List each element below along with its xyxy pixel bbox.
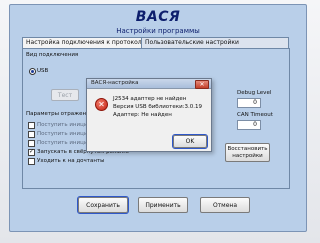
checkbox-row[interactable]: Уходить к на дочтанты [28,157,104,165]
usb-radio-label: USB [37,68,49,74]
close-icon[interactable]: ✕ [195,80,209,89]
usb-radio[interactable] [29,68,36,75]
can-timeout-label: CAN Timeout [237,112,273,118]
tab-user-settings[interactable]: Пользовательские настройки [141,37,289,48]
save-button[interactable]: Сохранить [77,196,129,214]
checkbox-row[interactable]: Поступить инициал [28,139,94,147]
dialog-message-line: Версия USB библиотеки:3.0.19 [113,104,202,110]
checkbox[interactable] [28,157,35,165]
dialog-message-line: J2534 адаптер не найден [113,96,187,102]
apply-button[interactable]: Применить [138,197,188,213]
restore-defaults-button[interactable]: Восстановить настройки [225,143,270,162]
checkbox[interactable] [28,130,35,138]
cancel-button[interactable]: Отмена [200,197,250,213]
test-button[interactable]: Тест [51,89,79,101]
dialog-message-line: Адаптер: Не найден [113,112,172,118]
debug-level-field[interactable]: 0 [237,98,261,108]
can-timeout-field[interactable]: 0 [237,120,261,130]
tab-bar: Настройка подключения к протоколу Пользо… [22,37,289,48]
debug-level-label: Debug Level [237,90,272,96]
tab-connection[interactable]: Настройка подключения к протоколу [22,37,148,48]
ok-button[interactable]: OK [172,134,208,149]
error-dialog: ВАСЯ-настройка ✕ ✕ J2534 адаптер не найд… [86,78,212,152]
error-icon: ✕ [95,98,108,111]
checkbox[interactable] [28,121,35,129]
dialog-title: ВАСЯ-настройка [87,79,211,89]
checkbox[interactable] [28,139,35,147]
connection-group-label: Вид подключения [26,52,79,58]
page-subtitle: Настройки программы [116,27,200,35]
checkbox[interactable] [28,148,35,156]
settings-group-label: Параметры отражения [26,111,93,117]
checkbox-label: Уходить к на дочтанты [37,158,105,164]
app-title: ВАСЯ [135,9,181,25]
